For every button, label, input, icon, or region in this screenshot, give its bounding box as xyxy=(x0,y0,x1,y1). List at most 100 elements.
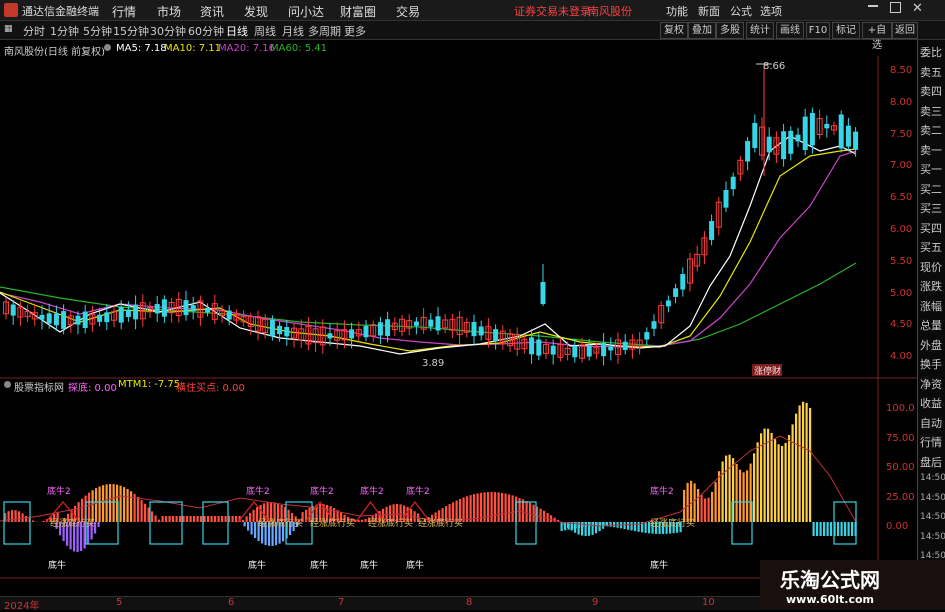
menu-discover[interactable]: 发现 xyxy=(244,3,268,20)
sidebar-item[interactable]: 卖四 xyxy=(920,83,942,99)
menu-market[interactable]: 市场 xyxy=(157,3,181,20)
indicator-bar xyxy=(561,522,563,531)
app-title: 通达信金融终端 xyxy=(22,3,99,19)
sidebar-item[interactable]: 涨跌 xyxy=(920,278,942,294)
candle-body xyxy=(623,342,628,350)
indicator-bar xyxy=(491,492,493,522)
sidebar-item[interactable]: 涨幅 xyxy=(920,298,942,314)
indicator-settings-icon[interactable] xyxy=(4,381,11,388)
indicator-bar xyxy=(694,483,696,522)
sidebar-item[interactable]: 卖一 xyxy=(920,142,942,158)
sidebar-item[interactable]: 卖五 xyxy=(920,64,942,80)
menu-quotes[interactable]: 行情 xyxy=(112,3,136,20)
draw-line-button[interactable]: 画线 xyxy=(776,22,804,39)
sidebar-item[interactable]: 14:50 xyxy=(920,512,945,522)
period-60min[interactable]: 60分钟 xyxy=(188,23,224,39)
f10-button[interactable]: F10 xyxy=(806,22,830,39)
period-more[interactable]: 更多 xyxy=(344,23,366,39)
candle-body xyxy=(277,326,282,334)
menu-wealth[interactable]: 财富圈 xyxy=(340,3,376,20)
stats-button[interactable]: 统计 xyxy=(746,22,774,39)
menu-trade[interactable]: 交易 xyxy=(396,3,420,20)
indicator-bar xyxy=(820,522,822,536)
buy-label: 经涨底行买 xyxy=(258,517,303,529)
sidebar-item[interactable]: 14:50 xyxy=(920,532,945,542)
indicator-bar xyxy=(251,522,253,535)
indicator-bar xyxy=(508,494,510,522)
login-status[interactable]: 证券交易未登录 xyxy=(514,3,591,19)
menu-formula[interactable]: 公式 xyxy=(730,3,752,19)
indicator-bar xyxy=(757,442,759,522)
low-label: 3.89 xyxy=(422,358,444,369)
time-tick-label: 2024年 xyxy=(4,597,39,612)
maximize-icon[interactable] xyxy=(890,2,901,13)
sidebar-item[interactable]: 行情 xyxy=(920,434,942,450)
mark-button[interactable]: 标记 xyxy=(832,22,860,39)
indicator-bar xyxy=(232,516,234,522)
candle-body xyxy=(11,305,16,316)
sidebar-item[interactable]: 买四 xyxy=(920,220,942,236)
period-5min[interactable]: 5分钟 xyxy=(83,23,112,39)
menu-news[interactable]: 资讯 xyxy=(200,3,224,20)
time-tick-label: 5 xyxy=(116,597,122,608)
settings-dot-icon[interactable] xyxy=(104,44,111,51)
sidebar-item[interactable]: 净资 xyxy=(920,376,942,392)
sidebar-item[interactable]: 卖二 xyxy=(920,122,942,138)
ma20-label: MA20: 7.16 xyxy=(218,43,275,54)
menu-layout[interactable]: 新面 xyxy=(698,3,720,19)
period-15min[interactable]: 15分钟 xyxy=(113,23,149,39)
candle-body xyxy=(493,329,498,341)
add-watchlist-button[interactable]: +自选 xyxy=(862,22,892,39)
period-monthly[interactable]: 月线 xyxy=(282,23,304,39)
period-intraday[interactable]: 分时 xyxy=(23,23,45,39)
candle-body xyxy=(184,300,189,315)
indicator-bar xyxy=(155,515,157,522)
sidebar-item[interactable]: 收益 xyxy=(920,395,942,411)
sidebar-item[interactable]: 自动 xyxy=(920,415,942,431)
indicator-bar xyxy=(739,470,741,522)
sidebar-item[interactable]: 买三 xyxy=(920,200,942,216)
sidebar-item[interactable]: 卖三 xyxy=(920,103,942,119)
indicator-bar xyxy=(540,509,542,522)
indicator-bar xyxy=(225,516,227,522)
sidebar-item[interactable]: 14:50 xyxy=(920,493,945,503)
sidebar-item[interactable]: 盘后 xyxy=(920,454,942,470)
overlay-button[interactable]: 叠加 xyxy=(688,22,716,39)
bull-label: 底牛 xyxy=(406,559,424,571)
indicator-bar xyxy=(18,511,20,522)
sidebar-item[interactable]: 14:50 xyxy=(920,473,945,483)
sidebar-item[interactable]: 委比 xyxy=(920,44,942,60)
indicator-bar xyxy=(127,489,129,522)
indicator-bar xyxy=(708,498,710,522)
sidebar-item[interactable]: 买一 xyxy=(920,161,942,177)
period-1min[interactable]: 1分钟 xyxy=(50,23,79,39)
indicator-bar xyxy=(179,516,181,522)
high-label: 8.66 xyxy=(763,61,785,72)
sidebar-item[interactable]: 买五 xyxy=(920,239,942,255)
sidebar-item[interactable]: 换手 xyxy=(920,356,942,372)
period-multi[interactable]: 多周期 xyxy=(308,23,341,39)
indicator-bar xyxy=(11,510,13,522)
close-icon[interactable]: ✕ xyxy=(912,1,923,16)
sidebar-item[interactable]: 买二 xyxy=(920,181,942,197)
kline-chart[interactable]: 8.66 3.89 涨停财 底牛2 底牛2 底牛2 底牛2 底牛2 底牛2 经涨… xyxy=(0,56,917,596)
bull2-label: 底牛2 xyxy=(47,485,71,497)
indicator-bar xyxy=(781,446,783,522)
indicator-bar xyxy=(151,511,153,522)
multi-stock-button[interactable]: 多股 xyxy=(716,22,744,39)
period-30min[interactable]: 30分钟 xyxy=(150,23,186,39)
time-tick-label: 9 xyxy=(592,597,598,608)
period-daily[interactable]: 日线 xyxy=(226,23,248,39)
minimize-icon[interactable] xyxy=(868,5,878,7)
sidebar-item[interactable]: 外盘 xyxy=(920,337,942,353)
menu-function[interactable]: 功能 xyxy=(666,3,688,19)
period-weekly[interactable]: 周线 xyxy=(254,23,276,39)
menu-ask[interactable]: 问小达 xyxy=(288,3,324,20)
adjust-button[interactable]: 复权 xyxy=(660,22,688,39)
menu-options[interactable]: 选项 xyxy=(760,3,782,19)
sidebar-item[interactable]: 现价 xyxy=(920,259,942,275)
back-button[interactable]: 返回 xyxy=(892,22,918,39)
price-tick-label: 7.50 xyxy=(890,129,912,140)
sidebar-item[interactable]: 总量 xyxy=(920,317,942,333)
grid-icon[interactable]: ▦ xyxy=(4,24,13,34)
